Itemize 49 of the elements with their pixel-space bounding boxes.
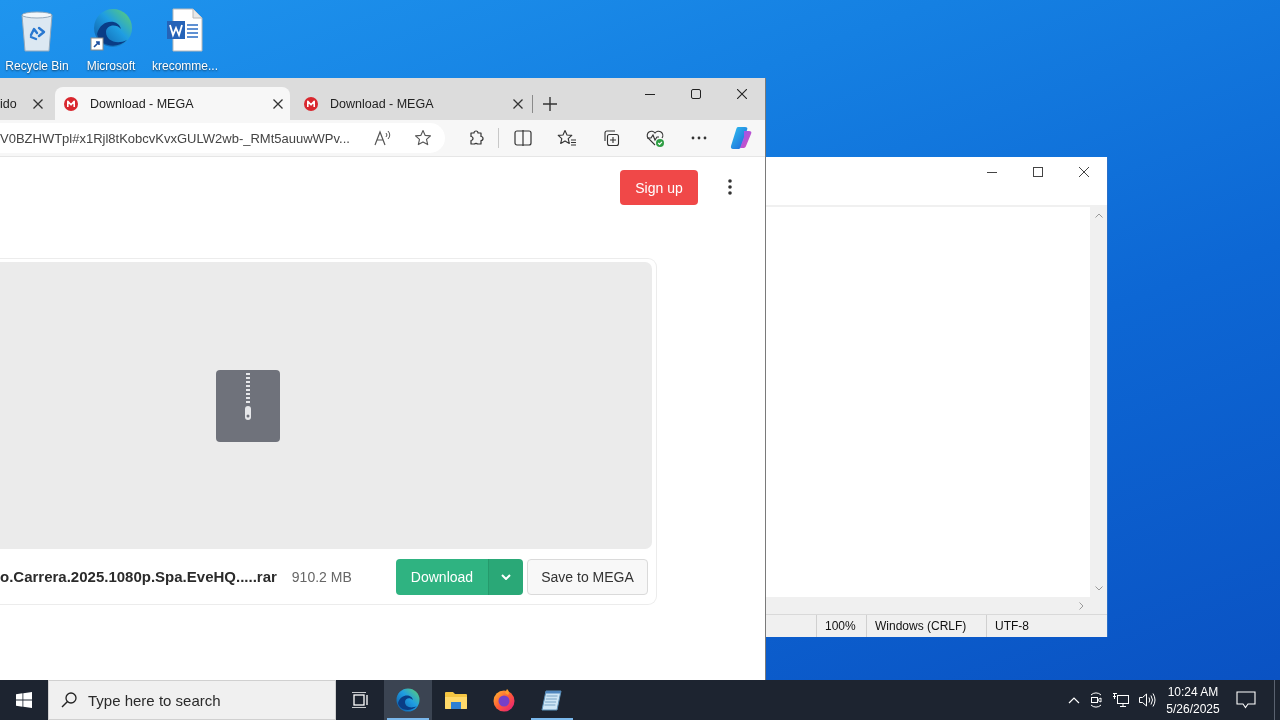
- browser-tab[interactable]: Download - MEGA: [295, 87, 530, 120]
- notepad-icon: [540, 688, 564, 712]
- browser-tab[interactable]: Download - MEGA: [55, 87, 290, 120]
- notification-icon: [1236, 691, 1256, 709]
- search-icon: [61, 692, 77, 708]
- address-bar[interactable]: V0BZHWTpl#x1Rjl8tKobcvKvxGULW2wb-_RMt5auuwWPv...: [0, 123, 445, 153]
- windows-icon: [16, 692, 32, 708]
- save-button[interactable]: Save to MEGA: [527, 558, 648, 595]
- zip-file-icon: [216, 369, 280, 442]
- status-text: UTF-8: [986, 615, 1107, 637]
- task-view-icon: [351, 692, 369, 708]
- volume-icon[interactable]: [1138, 692, 1156, 708]
- swirl-icon: [396, 688, 420, 712]
- star-icon[interactable]: [414, 129, 432, 147]
- logo-icon[interactable]: [729, 126, 753, 150]
- swirl-icon[interactable]: [89, 8, 133, 52]
- sign-up-button[interactable]: Sign up: [620, 170, 698, 205]
- search-field[interactable]: Type here to search: [48, 680, 336, 720]
- flame-globe-icon: [492, 688, 516, 712]
- file-name: o.Carrera.2025.1080p.Spa.EveHQ.....rar: [0, 568, 277, 585]
- split-screen-icon[interactable]: [514, 130, 532, 146]
- close-icon[interactable]: [273, 98, 283, 109]
- more-icon[interactable]: [728, 179, 732, 195]
- collections-icon[interactable]: [602, 129, 620, 147]
- caret-icon: [501, 573, 511, 580]
- camera-icon[interactable]: [1088, 692, 1104, 708]
- status-text: 100%: [816, 615, 866, 637]
- network-icon[interactable]: [1112, 692, 1130, 708]
- favorites-icon[interactable]: [557, 129, 577, 147]
- plus-icon: [543, 96, 557, 111]
- close-icon: [1079, 167, 1089, 177]
- maximize-icon: [691, 89, 701, 99]
- file-size: 910.2 MB: [291, 568, 352, 585]
- heart-pulse-icon[interactable]: [645, 129, 665, 147]
- chevron-up-icon[interactable]: [1068, 696, 1080, 704]
- puzzle-icon[interactable]: [467, 129, 485, 147]
- document-icon[interactable]: [165, 8, 205, 52]
- status-text: Windows (CRLF): [866, 615, 986, 637]
- folder-icon: [444, 690, 468, 710]
- close-icon[interactable]: [33, 98, 43, 109]
- close-icon[interactable]: [513, 98, 523, 109]
- clock-button[interactable]: 10:24 AM 5/26/2025: [1160, 680, 1226, 720]
- horizontal-scrollbar[interactable]: [766, 597, 1107, 614]
- browser-tab[interactable]: ido: [0, 87, 50, 120]
- maximize-icon: [1033, 167, 1043, 177]
- more-icon[interactable]: [691, 136, 707, 140]
- download-options-button[interactable]: [488, 558, 523, 595]
- close-icon: [737, 89, 747, 99]
- read-aloud-icon[interactable]: [374, 130, 392, 146]
